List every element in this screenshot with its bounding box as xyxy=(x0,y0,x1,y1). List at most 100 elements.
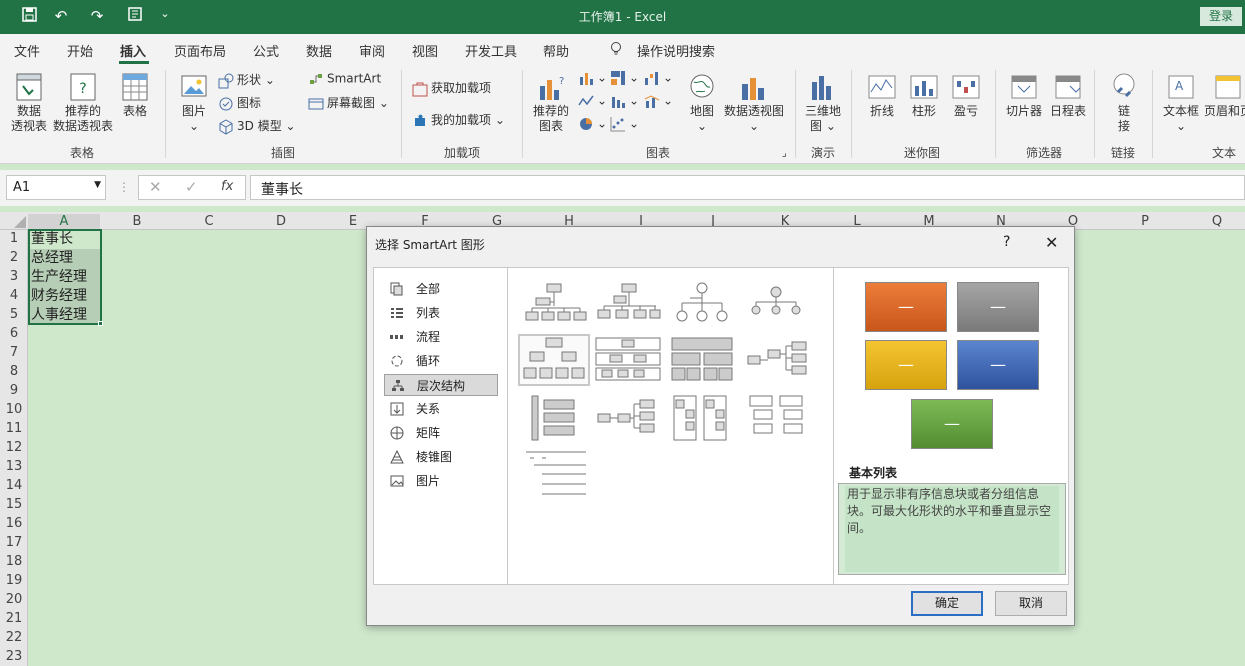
shapes-button[interactable]: 形状 ⌄ xyxy=(218,71,275,89)
icons-button[interactable]: 图标 xyxy=(218,94,261,112)
category-process[interactable]: 流程 xyxy=(384,326,498,348)
column-header-a[interactable]: A xyxy=(28,214,100,230)
tab-insert[interactable]: 插入 xyxy=(120,41,146,60)
column-header[interactable]: B xyxy=(101,214,173,229)
link-button[interactable]: 链 接 xyxy=(1104,72,1144,134)
lined-list-hierarchy-thumbnail[interactable] xyxy=(520,394,588,442)
get-addins-button[interactable]: 获取加载项 xyxy=(412,79,491,97)
table-list-thumbnail[interactable] xyxy=(520,450,588,498)
horizontal-hierarchy-thumbnail[interactable] xyxy=(594,394,662,442)
tab-help[interactable]: 帮助 xyxy=(543,41,569,60)
tab-file[interactable]: 文件 xyxy=(14,41,40,60)
row-header[interactable]: 13 xyxy=(0,459,28,474)
row-header[interactable]: 11 xyxy=(0,421,28,436)
ok-button[interactable]: 确定 xyxy=(911,591,983,616)
insert-function-icon[interactable]: fx xyxy=(221,179,233,194)
category-relationship[interactable]: 关系 xyxy=(384,398,498,420)
category-hierarchy[interactable]: 层次结构 xyxy=(384,374,498,396)
pie-chart-button[interactable]: ⌄ xyxy=(578,116,607,132)
fill-handle[interactable] xyxy=(98,321,103,326)
recommended-charts-button[interactable]: ? 推荐的 图表 xyxy=(528,72,574,134)
row-header[interactable]: 14 xyxy=(0,478,28,493)
3d-models-button[interactable]: 3D 模型 ⌄ xyxy=(218,117,296,135)
hierarchy-chart-button[interactable]: ⌄ xyxy=(610,70,639,86)
tab-review[interactable]: 审阅 xyxy=(359,41,385,60)
screenshot-button[interactable]: 屏幕截图 ⌄ xyxy=(308,94,389,112)
horizontal-org-chart-thumbnail[interactable] xyxy=(742,336,810,384)
category-cycle[interactable]: 循环 xyxy=(384,350,498,372)
recommended-pivottable-button[interactable]: ? 推荐的 数据透视表 xyxy=(52,72,114,134)
pivotchart-button[interactable]: 数据透视图 ⌄ xyxy=(722,72,786,134)
org-chart-thumbnail[interactable] xyxy=(520,280,588,328)
3d-map-button[interactable]: 三维地 图 ⌄ xyxy=(802,72,844,134)
row-header[interactable]: 23 xyxy=(0,649,28,664)
my-addins-button[interactable]: 我的加载项 ⌄ xyxy=(412,111,505,129)
half-circle-org-chart-thumbnail[interactable] xyxy=(668,280,736,328)
header-footer-button[interactable]: 页眉和页 xyxy=(1204,72,1245,119)
sparkline-column-button[interactable]: 柱形 xyxy=(906,72,942,119)
smartart-button[interactable]: SmartArt xyxy=(308,71,381,87)
row-header[interactable]: 2 xyxy=(0,250,28,265)
dialog-launcher-icon[interactable]: ⌟ xyxy=(782,148,787,159)
timeline-button[interactable]: 日程表 xyxy=(1046,72,1090,119)
row-header[interactable]: 16 xyxy=(0,516,28,531)
cancel-icon[interactable]: ✕ xyxy=(149,178,162,196)
row-header[interactable]: 9 xyxy=(0,383,28,398)
waterfall-chart-button[interactable]: ⌄ xyxy=(644,70,673,86)
category-all[interactable]: 全部 xyxy=(384,278,498,300)
row-header[interactable]: 5 xyxy=(0,307,28,322)
combo-chart-button[interactable]: ⌄ xyxy=(644,93,673,109)
help-button[interactable]: ? xyxy=(1003,234,1010,250)
tab-formulas[interactable]: 公式 xyxy=(253,41,279,60)
textbox-button[interactable]: A 文本框 ⌄ xyxy=(1160,72,1202,134)
labeled-hierarchy-thumbnail[interactable] xyxy=(594,336,662,384)
tell-me-search[interactable]: 操作说明搜索 xyxy=(637,41,715,60)
line-chart-button[interactable]: ⌄ xyxy=(578,93,607,109)
category-pyramid[interactable]: 棱锥图 xyxy=(384,446,498,468)
row-header[interactable]: 4 xyxy=(0,288,28,303)
tab-home[interactable]: 开始 xyxy=(67,41,93,60)
formula-input[interactable]: 董事长 xyxy=(250,175,1245,200)
column-header[interactable]: Q xyxy=(1181,214,1245,229)
column-header[interactable]: C xyxy=(173,214,245,229)
row-header[interactable]: 12 xyxy=(0,440,28,455)
tab-view[interactable]: 视图 xyxy=(412,41,438,60)
table-hierarchy-thumbnail[interactable] xyxy=(668,336,736,384)
row-header[interactable]: 15 xyxy=(0,497,28,512)
pivottable-button[interactable]: 数据 透视表 xyxy=(8,72,50,134)
row-header[interactable]: 21 xyxy=(0,611,28,626)
row-header[interactable]: 20 xyxy=(0,592,28,607)
sparkline-line-button[interactable]: 折线 xyxy=(864,72,900,119)
login-button[interactable]: 登录 xyxy=(1200,7,1242,26)
pictures-button[interactable]: 图片 ⌄ xyxy=(176,72,212,134)
circle-picture-hierarchy-thumbnail[interactable] xyxy=(742,280,810,328)
column-header[interactable]: P xyxy=(1109,214,1181,229)
row-header[interactable]: 22 xyxy=(0,630,28,645)
hierarchy-list-thumbnail[interactable] xyxy=(742,394,810,442)
sparkline-winloss-button[interactable]: 盈亏 xyxy=(948,72,984,119)
column-header[interactable]: D xyxy=(245,214,317,229)
category-matrix[interactable]: 矩阵 xyxy=(384,422,498,444)
row-header[interactable]: 10 xyxy=(0,402,28,417)
row-header[interactable]: 1 xyxy=(0,231,28,246)
multi-level-hierarchy-thumbnail[interactable] xyxy=(668,394,736,442)
row-header[interactable]: 18 xyxy=(0,554,28,569)
row-header[interactable]: 6 xyxy=(0,326,28,341)
category-picture[interactable]: 图片 xyxy=(384,470,498,492)
chevron-down-icon[interactable]: ▼ xyxy=(94,180,101,190)
tab-page-layout[interactable]: 页面布局 xyxy=(174,41,226,60)
statistic-chart-button[interactable]: ⌄ xyxy=(610,93,639,109)
cancel-button[interactable]: 取消 xyxy=(995,591,1067,616)
category-list-item[interactable]: 列表 xyxy=(384,302,498,324)
row-header[interactable]: 19 xyxy=(0,573,28,588)
enter-icon[interactable]: ✓ xyxy=(185,178,198,196)
name-title-org-chart-thumbnail[interactable] xyxy=(594,280,662,328)
tab-data[interactable]: 数据 xyxy=(306,41,332,60)
hierarchy-thumbnail[interactable] xyxy=(518,334,590,386)
table-button[interactable]: 表格 xyxy=(118,72,152,119)
row-header[interactable]: 3 xyxy=(0,269,28,284)
column-chart-button[interactable]: ⌄ xyxy=(578,70,607,86)
close-button[interactable]: ✕ xyxy=(1045,233,1058,252)
maps-button[interactable]: 地图 ⌄ xyxy=(684,72,720,134)
tab-developer[interactable]: 开发工具 xyxy=(465,41,517,60)
